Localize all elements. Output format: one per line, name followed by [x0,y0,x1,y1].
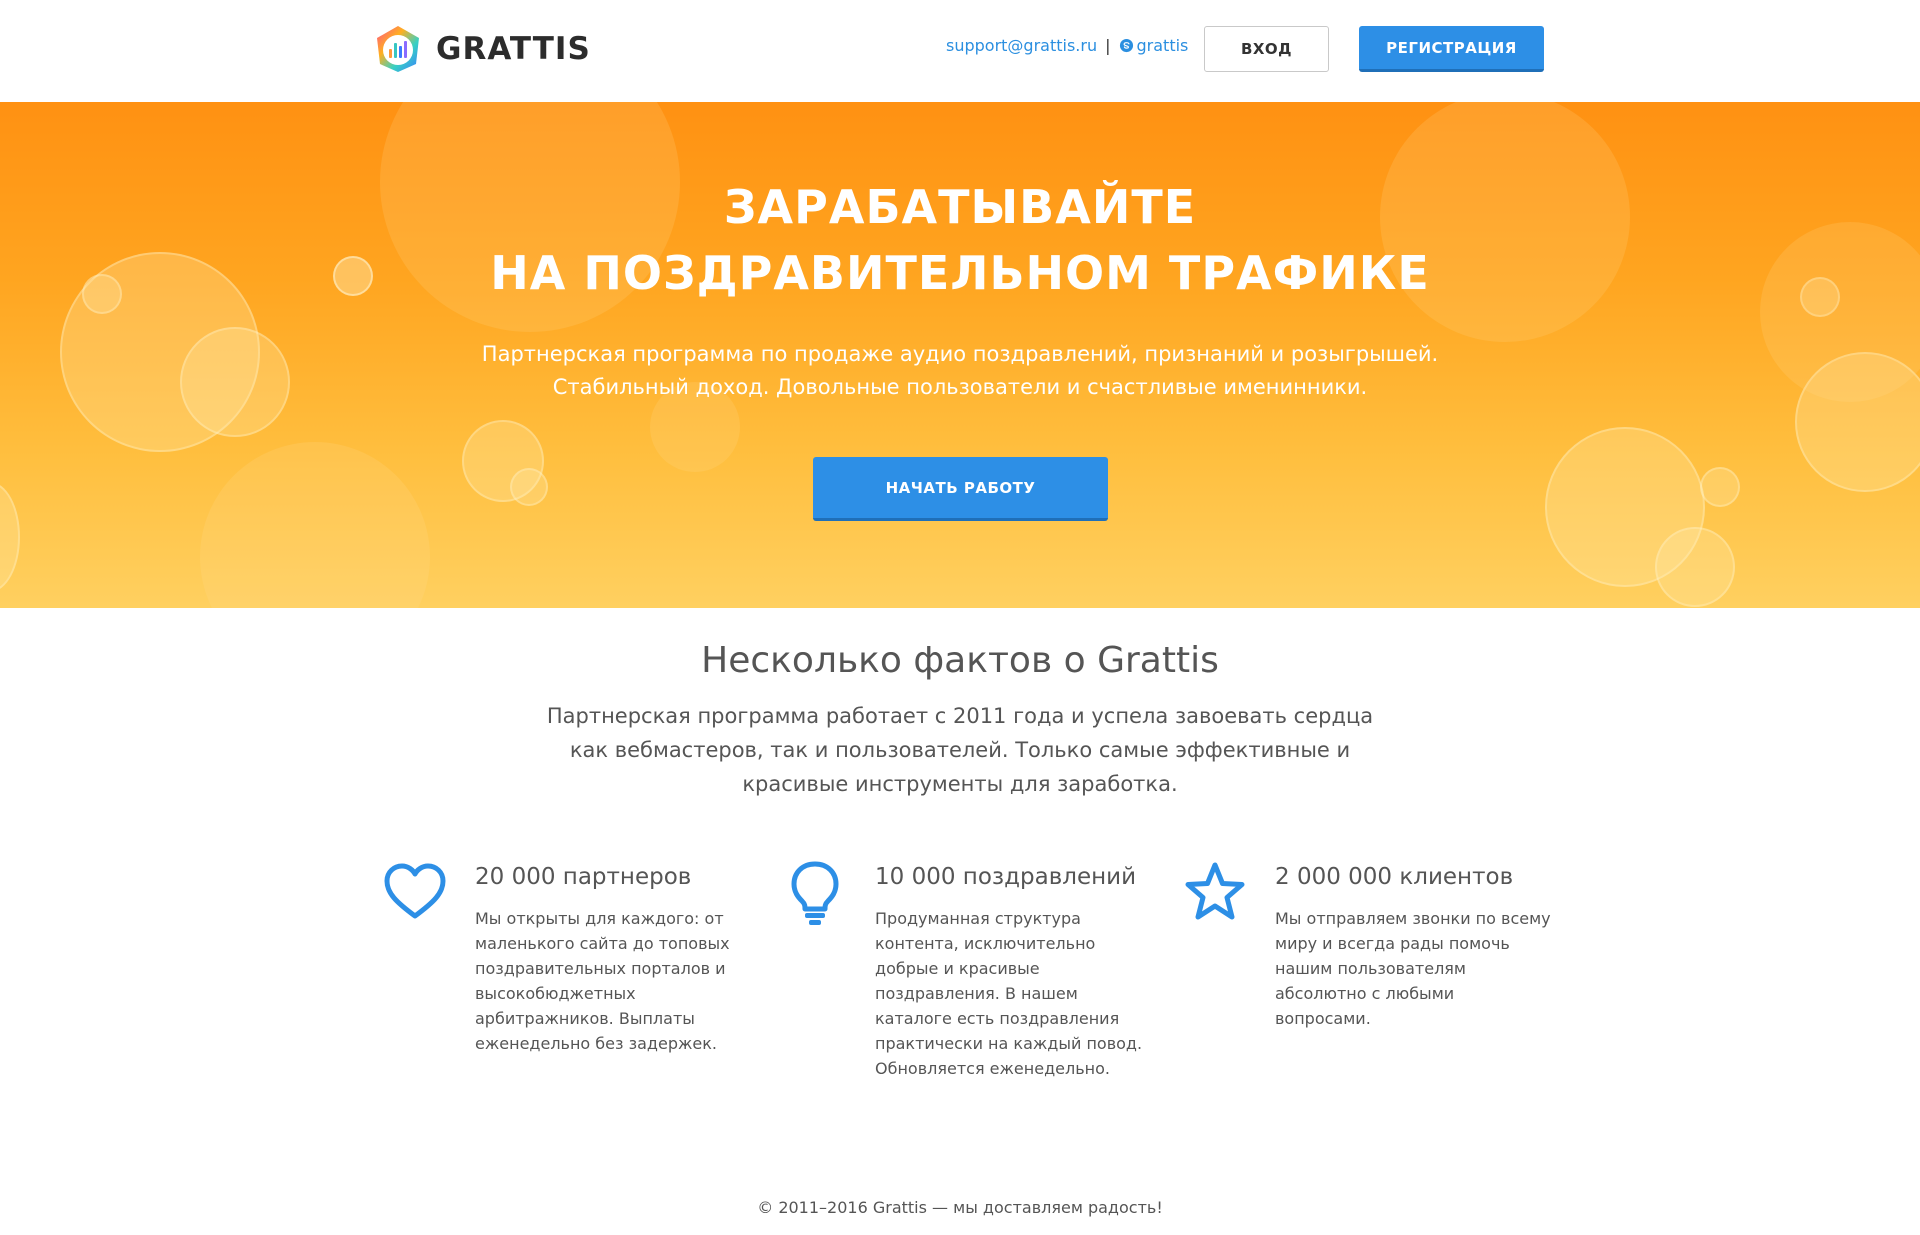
hero-subtitle-line: Стабильный доход. Довольные пользователи… [552,375,1368,399]
lightbulb-icon [791,861,839,925]
bokeh-decoration [1700,467,1740,507]
footer-copyright: © 2011–2016 Grattis — мы доставляем радо… [757,1198,1163,1217]
facts-lead-line: красивые инструменты для заработка. [742,772,1178,796]
facts-title: Несколько фактов о Grattis [701,640,1219,681]
logo-text: GRATTIS [436,31,591,67]
hero-title-line: ЗАРАБАТЫВАЙТЕ [723,180,1197,234]
bokeh-decoration [1545,427,1705,587]
logo[interactable]: GRATTIS [372,22,591,76]
logo-icon [377,26,419,72]
site-header: GRATTIS support@grattis.ru | grattis ВХО… [0,0,1920,102]
register-button[interactable]: РЕГИСТРАЦИЯ [1359,26,1544,72]
star-icon [1185,862,1245,920]
bokeh-decoration [510,468,548,506]
fact-title: 10 000 поздравлений [875,864,1137,890]
facts-lead-line: Партнерская программа работает с 2011 го… [546,704,1374,728]
hero-subtitle: Партнерская программа по продаже аудио п… [0,338,1920,404]
facts-lead: Партнерская программа работает с 2011 го… [0,699,1920,801]
heart-icon [384,863,446,919]
fact-text: Продуманная структура контента, исключит… [875,909,1143,1078]
support-email-link[interactable]: support@grattis.ru [946,36,1097,55]
skype-link[interactable]: grattis [1137,36,1189,55]
contacts-separator: | [1105,36,1111,55]
fact-title: 20 000 партнеров [475,864,692,890]
bokeh-decoration [1655,527,1735,607]
skype-icon [1119,38,1133,53]
start-work-button[interactable]: НАЧАТЬ РАБОТУ [813,457,1108,521]
fact-title: 2 000 000 клиентов [1275,864,1514,890]
bokeh-decoration [0,482,20,592]
header-contacts: support@grattis.ru | grattis [946,36,1188,55]
hero-title-line: НА ПОЗДРАВИТЕЛЬНОМ ТРАФИКЕ [490,246,1430,300]
login-button[interactable]: ВХОД [1204,26,1329,72]
bokeh-decoration [200,442,430,608]
hero-banner: ЗАРАБАТЫВАЙТЕ НА ПОЗДРАВИТЕЛЬНОМ ТРАФИКЕ… [0,102,1920,608]
bokeh-decoration [462,420,544,502]
fact-text: Мы открыты для каждого: от маленького са… [475,909,730,1053]
hero-title: ЗАРАБАТЫВАЙТЕ НА ПОЗДРАВИТЕЛЬНОМ ТРАФИКЕ [0,174,1920,306]
hero-subtitle-line: Партнерская программа по продаже аудио п… [481,342,1439,366]
fact-text: Мы отправляем звонки по всему миру и все… [1275,909,1551,1028]
facts-lead-line: как вебмастеров, так и пользователей. То… [569,738,1351,762]
